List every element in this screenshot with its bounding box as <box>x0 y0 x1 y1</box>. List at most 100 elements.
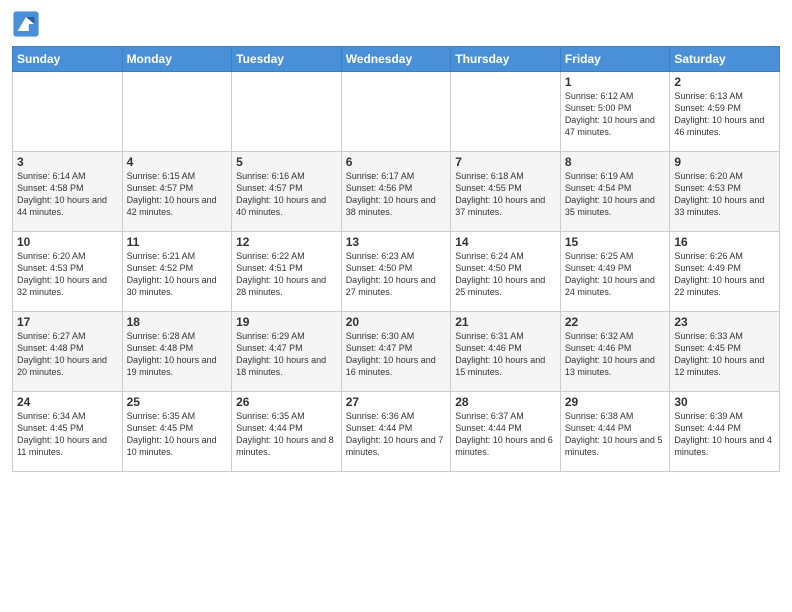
day-number: 9 <box>674 155 775 169</box>
day-number: 13 <box>346 235 447 249</box>
calendar-cell: 28Sunrise: 6:37 AM Sunset: 4:44 PM Dayli… <box>451 392 561 472</box>
calendar-cell: 23Sunrise: 6:33 AM Sunset: 4:45 PM Dayli… <box>670 312 780 392</box>
day-info: Sunrise: 6:24 AM Sunset: 4:50 PM Dayligh… <box>455 250 556 299</box>
calendar-table: SundayMondayTuesdayWednesdayThursdayFrid… <box>12 46 780 472</box>
calendar-cell <box>13 72 123 152</box>
calendar-cell: 4Sunrise: 6:15 AM Sunset: 4:57 PM Daylig… <box>122 152 232 232</box>
day-info: Sunrise: 6:33 AM Sunset: 4:45 PM Dayligh… <box>674 330 775 379</box>
day-info: Sunrise: 6:19 AM Sunset: 4:54 PM Dayligh… <box>565 170 666 219</box>
day-number: 7 <box>455 155 556 169</box>
calendar-cell: 9Sunrise: 6:20 AM Sunset: 4:53 PM Daylig… <box>670 152 780 232</box>
day-info: Sunrise: 6:29 AM Sunset: 4:47 PM Dayligh… <box>236 330 337 379</box>
day-number: 21 <box>455 315 556 329</box>
day-number: 1 <box>565 75 666 89</box>
day-info: Sunrise: 6:26 AM Sunset: 4:49 PM Dayligh… <box>674 250 775 299</box>
calendar-cell: 21Sunrise: 6:31 AM Sunset: 4:46 PM Dayli… <box>451 312 561 392</box>
day-info: Sunrise: 6:22 AM Sunset: 4:51 PM Dayligh… <box>236 250 337 299</box>
day-number: 17 <box>17 315 118 329</box>
day-number: 29 <box>565 395 666 409</box>
day-info: Sunrise: 6:34 AM Sunset: 4:45 PM Dayligh… <box>17 410 118 459</box>
calendar-cell: 19Sunrise: 6:29 AM Sunset: 4:47 PM Dayli… <box>232 312 342 392</box>
day-info: Sunrise: 6:18 AM Sunset: 4:55 PM Dayligh… <box>455 170 556 219</box>
calendar-week-0: 1Sunrise: 6:12 AM Sunset: 5:00 PM Daylig… <box>13 72 780 152</box>
day-number: 10 <box>17 235 118 249</box>
day-info: Sunrise: 6:38 AM Sunset: 4:44 PM Dayligh… <box>565 410 666 459</box>
calendar-header-wednesday: Wednesday <box>341 47 451 72</box>
day-number: 11 <box>127 235 228 249</box>
day-info: Sunrise: 6:14 AM Sunset: 4:58 PM Dayligh… <box>17 170 118 219</box>
calendar-cell: 15Sunrise: 6:25 AM Sunset: 4:49 PM Dayli… <box>560 232 670 312</box>
calendar-cell: 5Sunrise: 6:16 AM Sunset: 4:57 PM Daylig… <box>232 152 342 232</box>
day-number: 22 <box>565 315 666 329</box>
day-number: 3 <box>17 155 118 169</box>
calendar-cell: 29Sunrise: 6:38 AM Sunset: 4:44 PM Dayli… <box>560 392 670 472</box>
calendar-week-4: 24Sunrise: 6:34 AM Sunset: 4:45 PM Dayli… <box>13 392 780 472</box>
header <box>12 10 780 38</box>
day-info: Sunrise: 6:15 AM Sunset: 4:57 PM Dayligh… <box>127 170 228 219</box>
calendar-cell: 10Sunrise: 6:20 AM Sunset: 4:53 PM Dayli… <box>13 232 123 312</box>
day-number: 20 <box>346 315 447 329</box>
calendar-cell: 30Sunrise: 6:39 AM Sunset: 4:44 PM Dayli… <box>670 392 780 472</box>
calendar-cell: 3Sunrise: 6:14 AM Sunset: 4:58 PM Daylig… <box>13 152 123 232</box>
calendar-week-1: 3Sunrise: 6:14 AM Sunset: 4:58 PM Daylig… <box>13 152 780 232</box>
calendar-cell: 16Sunrise: 6:26 AM Sunset: 4:49 PM Dayli… <box>670 232 780 312</box>
calendar-cell: 12Sunrise: 6:22 AM Sunset: 4:51 PM Dayli… <box>232 232 342 312</box>
day-number: 6 <box>346 155 447 169</box>
day-number: 27 <box>346 395 447 409</box>
calendar-header-saturday: Saturday <box>670 47 780 72</box>
calendar-cell: 6Sunrise: 6:17 AM Sunset: 4:56 PM Daylig… <box>341 152 451 232</box>
day-number: 19 <box>236 315 337 329</box>
day-number: 12 <box>236 235 337 249</box>
calendar-cell: 26Sunrise: 6:35 AM Sunset: 4:44 PM Dayli… <box>232 392 342 472</box>
day-number: 18 <box>127 315 228 329</box>
day-info: Sunrise: 6:37 AM Sunset: 4:44 PM Dayligh… <box>455 410 556 459</box>
calendar-cell <box>341 72 451 152</box>
calendar-cell <box>122 72 232 152</box>
calendar-cell: 1Sunrise: 6:12 AM Sunset: 5:00 PM Daylig… <box>560 72 670 152</box>
calendar-cell: 18Sunrise: 6:28 AM Sunset: 4:48 PM Dayli… <box>122 312 232 392</box>
day-info: Sunrise: 6:39 AM Sunset: 4:44 PM Dayligh… <box>674 410 775 459</box>
calendar-cell: 14Sunrise: 6:24 AM Sunset: 4:50 PM Dayli… <box>451 232 561 312</box>
day-info: Sunrise: 6:17 AM Sunset: 4:56 PM Dayligh… <box>346 170 447 219</box>
day-info: Sunrise: 6:27 AM Sunset: 4:48 PM Dayligh… <box>17 330 118 379</box>
calendar-header-thursday: Thursday <box>451 47 561 72</box>
day-number: 30 <box>674 395 775 409</box>
calendar-cell: 8Sunrise: 6:19 AM Sunset: 4:54 PM Daylig… <box>560 152 670 232</box>
logo <box>12 10 44 38</box>
calendar-cell <box>451 72 561 152</box>
day-number: 5 <box>236 155 337 169</box>
day-number: 24 <box>17 395 118 409</box>
calendar-week-3: 17Sunrise: 6:27 AM Sunset: 4:48 PM Dayli… <box>13 312 780 392</box>
day-info: Sunrise: 6:30 AM Sunset: 4:47 PM Dayligh… <box>346 330 447 379</box>
day-number: 26 <box>236 395 337 409</box>
day-info: Sunrise: 6:36 AM Sunset: 4:44 PM Dayligh… <box>346 410 447 459</box>
calendar-cell: 27Sunrise: 6:36 AM Sunset: 4:44 PM Dayli… <box>341 392 451 472</box>
day-info: Sunrise: 6:32 AM Sunset: 4:46 PM Dayligh… <box>565 330 666 379</box>
day-info: Sunrise: 6:16 AM Sunset: 4:57 PM Dayligh… <box>236 170 337 219</box>
day-number: 15 <box>565 235 666 249</box>
calendar-cell: 20Sunrise: 6:30 AM Sunset: 4:47 PM Dayli… <box>341 312 451 392</box>
calendar-cell <box>232 72 342 152</box>
logo-icon <box>12 10 40 38</box>
day-number: 2 <box>674 75 775 89</box>
calendar-cell: 24Sunrise: 6:34 AM Sunset: 4:45 PM Dayli… <box>13 392 123 472</box>
day-info: Sunrise: 6:13 AM Sunset: 4:59 PM Dayligh… <box>674 90 775 139</box>
calendar-header-monday: Monday <box>122 47 232 72</box>
day-info: Sunrise: 6:35 AM Sunset: 4:45 PM Dayligh… <box>127 410 228 459</box>
page: SundayMondayTuesdayWednesdayThursdayFrid… <box>0 0 792 612</box>
day-number: 4 <box>127 155 228 169</box>
calendar-week-2: 10Sunrise: 6:20 AM Sunset: 4:53 PM Dayli… <box>13 232 780 312</box>
day-number: 23 <box>674 315 775 329</box>
calendar-header-tuesday: Tuesday <box>232 47 342 72</box>
day-number: 14 <box>455 235 556 249</box>
day-info: Sunrise: 6:20 AM Sunset: 4:53 PM Dayligh… <box>674 170 775 219</box>
calendar-cell: 25Sunrise: 6:35 AM Sunset: 4:45 PM Dayli… <box>122 392 232 472</box>
calendar-cell: 11Sunrise: 6:21 AM Sunset: 4:52 PM Dayli… <box>122 232 232 312</box>
calendar-header-row: SundayMondayTuesdayWednesdayThursdayFrid… <box>13 47 780 72</box>
calendar-cell: 7Sunrise: 6:18 AM Sunset: 4:55 PM Daylig… <box>451 152 561 232</box>
day-number: 28 <box>455 395 556 409</box>
day-info: Sunrise: 6:23 AM Sunset: 4:50 PM Dayligh… <box>346 250 447 299</box>
day-info: Sunrise: 6:21 AM Sunset: 4:52 PM Dayligh… <box>127 250 228 299</box>
calendar-cell: 2Sunrise: 6:13 AM Sunset: 4:59 PM Daylig… <box>670 72 780 152</box>
day-info: Sunrise: 6:28 AM Sunset: 4:48 PM Dayligh… <box>127 330 228 379</box>
